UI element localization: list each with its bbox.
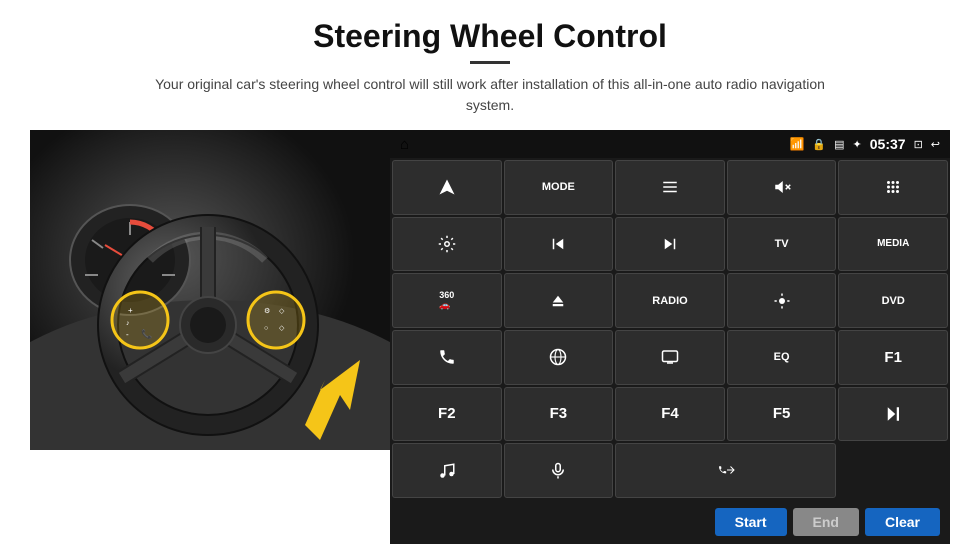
content-area: + ♪ - 📞 ⚙ ◇ ○ ◇ ⌂ (30, 130, 950, 544)
page-container: Steering Wheel Control Your original car… (0, 0, 980, 544)
control-panel: ⌂ 📶 🔒 ▤ ✦ 05:37 ⊡ ↩ MODE (390, 130, 950, 544)
title-divider (470, 61, 510, 64)
empty-button (838, 443, 948, 498)
list-button[interactable] (615, 160, 725, 215)
sd-icon: ▤ (834, 138, 844, 151)
page-title: Steering Wheel Control (313, 18, 667, 55)
mic-button[interactable] (504, 443, 614, 498)
status-right: 📶 🔒 ▤ ✦ 05:37 ⊡ ↩ (789, 136, 940, 152)
steering-wheel-bg: + ♪ - 📞 ⚙ ◇ ○ ◇ (30, 130, 390, 450)
call-icon-button[interactable] (615, 443, 836, 498)
f4-button[interactable]: F4 (615, 387, 725, 442)
media-button[interactable]: MEDIA (838, 217, 948, 272)
globe-button[interactable] (504, 330, 614, 385)
home-icon[interactable]: ⌂ (400, 136, 409, 153)
button-grid: MODE TV (390, 158, 950, 500)
svg-text:◇: ◇ (279, 308, 285, 315)
f2-button[interactable]: F2 (392, 387, 502, 442)
f3-button[interactable]: F3 (504, 387, 614, 442)
back-icon[interactable]: ↩ (931, 138, 940, 151)
svg-text:♪: ♪ (126, 320, 130, 327)
bluetooth-icon: ✦ (853, 138, 862, 151)
phone-button[interactable] (392, 330, 502, 385)
next-button[interactable] (615, 217, 725, 272)
bottom-bar: Start End Clear (390, 500, 950, 544)
eject-button[interactable] (504, 273, 614, 328)
status-time: 05:37 (870, 136, 906, 152)
eq-button[interactable]: EQ (727, 330, 837, 385)
svg-text:◇: ◇ (279, 325, 285, 332)
steering-wheel-area: + ♪ - 📞 ⚙ ◇ ○ ◇ (30, 130, 390, 450)
prev-button[interactable] (504, 217, 614, 272)
wifi-icon: 📶 (789, 137, 804, 151)
screen-button[interactable] (615, 330, 725, 385)
radio-button[interactable]: RADIO (615, 273, 725, 328)
svg-text:+: + (128, 306, 133, 315)
brightness-button[interactable] (727, 273, 837, 328)
mute-button[interactable] (727, 160, 837, 215)
apps-button[interactable] (838, 160, 948, 215)
f1-button[interactable]: F1 (838, 330, 948, 385)
status-bar: ⌂ 📶 🔒 ▤ ✦ 05:37 ⊡ ↩ (390, 130, 950, 158)
svg-text:📞: 📞 (141, 328, 153, 339)
settings-button[interactable] (392, 217, 502, 272)
page-subtitle: Your original car's steering wheel contr… (150, 74, 830, 116)
360-button[interactable]: 360🚗 (392, 273, 502, 328)
lock-icon: 🔒 (812, 138, 826, 151)
f5-button[interactable]: F5 (727, 387, 837, 442)
cast-icon: ⊡ (914, 138, 923, 151)
end-button[interactable]: End (793, 508, 859, 536)
music-button[interactable] (392, 443, 502, 498)
playpause-button[interactable] (838, 387, 948, 442)
svg-text:○: ○ (264, 325, 268, 332)
svg-text:⚙: ⚙ (264, 307, 270, 315)
dvd-button[interactable]: DVD (838, 273, 948, 328)
start-button[interactable]: Start (715, 508, 787, 536)
svg-text:-: - (126, 330, 129, 339)
mode-button[interactable]: MODE (504, 160, 614, 215)
navigate-button[interactable] (392, 160, 502, 215)
tv-button[interactable]: TV (727, 217, 837, 272)
clear-button[interactable]: Clear (865, 508, 940, 536)
